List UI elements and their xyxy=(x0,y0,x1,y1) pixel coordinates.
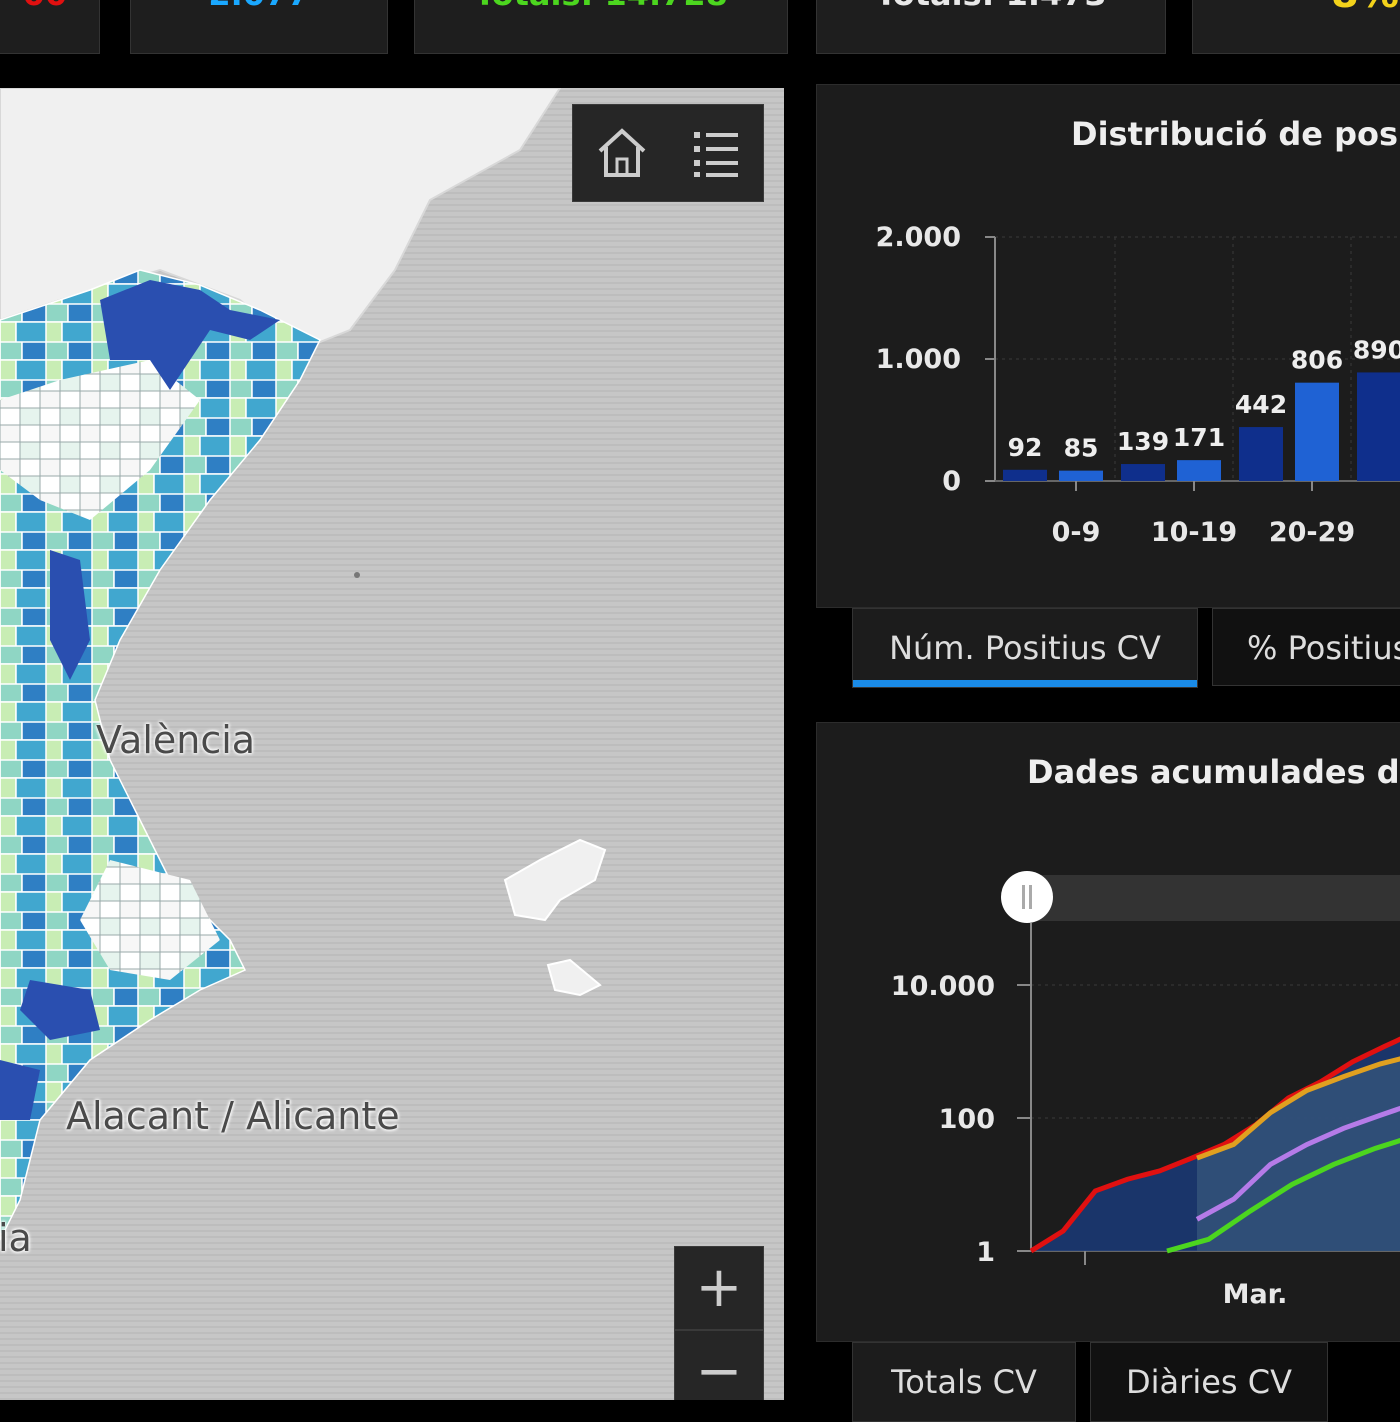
plus-icon: + xyxy=(695,1255,743,1320)
accumulated-panel: Dades acumulades de F 110010.000Mar. xyxy=(816,722,1400,1342)
bar-value-label: 85 xyxy=(1064,434,1099,463)
stat-card-confirmed: 00 xyxy=(0,0,100,54)
bar xyxy=(1059,470,1103,481)
y-tick-label: 1.000 xyxy=(876,344,961,375)
map-label-valencia: València xyxy=(96,718,256,762)
tab-label: % Positius xyxy=(1247,629,1400,667)
bar-value-label: 442 xyxy=(1235,390,1287,419)
stat-value: Totals: 1.473 xyxy=(875,0,1107,13)
map-view[interactable]: València Alacant / Alicante ia + − xyxy=(0,88,784,1400)
zoom-in-button[interactable]: + xyxy=(674,1246,764,1330)
home-icon[interactable] xyxy=(594,125,650,181)
x-tick-label: Mar. xyxy=(1223,1279,1288,1310)
bar xyxy=(1295,382,1339,481)
tab-label: Núm. Positius CV xyxy=(889,629,1161,667)
bar-value-label: 890 xyxy=(1353,335,1400,364)
map-widget-bar xyxy=(572,104,764,202)
y-tick-label: 0 xyxy=(942,466,961,497)
stat-value: Totals: 14.728 xyxy=(474,0,728,13)
bar-value-label: 139 xyxy=(1117,427,1169,456)
map-label-partial: ia xyxy=(0,1216,32,1260)
stat-value: 8% xyxy=(1331,0,1399,17)
y-tick-label: 2.000 xyxy=(876,222,961,253)
tab-percent-positius[interactable]: % Positius xyxy=(1212,608,1400,686)
y-tick-label: 100 xyxy=(939,1104,995,1135)
distribution-panel: Distribució de positi 0 1.000 2.000 0-9 10-1… xyxy=(816,84,1400,608)
bar xyxy=(1121,464,1165,481)
bar xyxy=(1003,469,1047,481)
bar-chart: 01.0002.0000-910-1920-293092139442890851… xyxy=(876,222,1400,548)
stat-value: 2.077 xyxy=(208,0,309,13)
tab-diaries-cv[interactable]: Diàries CV xyxy=(1090,1342,1328,1422)
minus-icon: − xyxy=(695,1339,743,1400)
stat-value: 00 xyxy=(23,0,68,13)
bar xyxy=(1239,427,1283,481)
list-icon[interactable] xyxy=(692,128,742,178)
zoom-out-button[interactable]: − xyxy=(674,1330,764,1400)
x-tick-label: 20-29 xyxy=(1269,517,1355,548)
map-label-alicante: Alacant / Alicante xyxy=(66,1094,400,1138)
tab-num-positius[interactable]: Núm. Positius CV xyxy=(852,608,1198,688)
map-point xyxy=(354,572,360,578)
stat-card-percent: 8% xyxy=(1192,0,1400,54)
x-tick-label: 0-9 xyxy=(1052,517,1101,548)
bar-value-label: 806 xyxy=(1291,346,1343,375)
bar xyxy=(1177,460,1221,481)
stat-card-totals-green: Totals: 14.728 xyxy=(414,0,788,54)
bar-value-label: 92 xyxy=(1008,433,1043,462)
line-chart: 1 100 10.000 Mar. xyxy=(891,923,1400,1310)
tab-label: Totals CV xyxy=(891,1363,1037,1401)
tab-totals-cv[interactable]: Totals CV xyxy=(852,1342,1076,1422)
tab-label: Diàries CV xyxy=(1126,1363,1292,1401)
stat-card-recovered: 2.077 xyxy=(130,0,388,54)
bar-value-label: 171 xyxy=(1173,423,1225,452)
bar xyxy=(1357,372,1400,481)
y-tick-label: 10.000 xyxy=(891,971,995,1002)
y-tick-label: 1 xyxy=(976,1237,995,1268)
stat-card-totals-white: Totals: 1.473 xyxy=(816,0,1166,54)
x-tick-label: 10-19 xyxy=(1151,517,1237,548)
tab-active-indicator xyxy=(853,680,1197,687)
